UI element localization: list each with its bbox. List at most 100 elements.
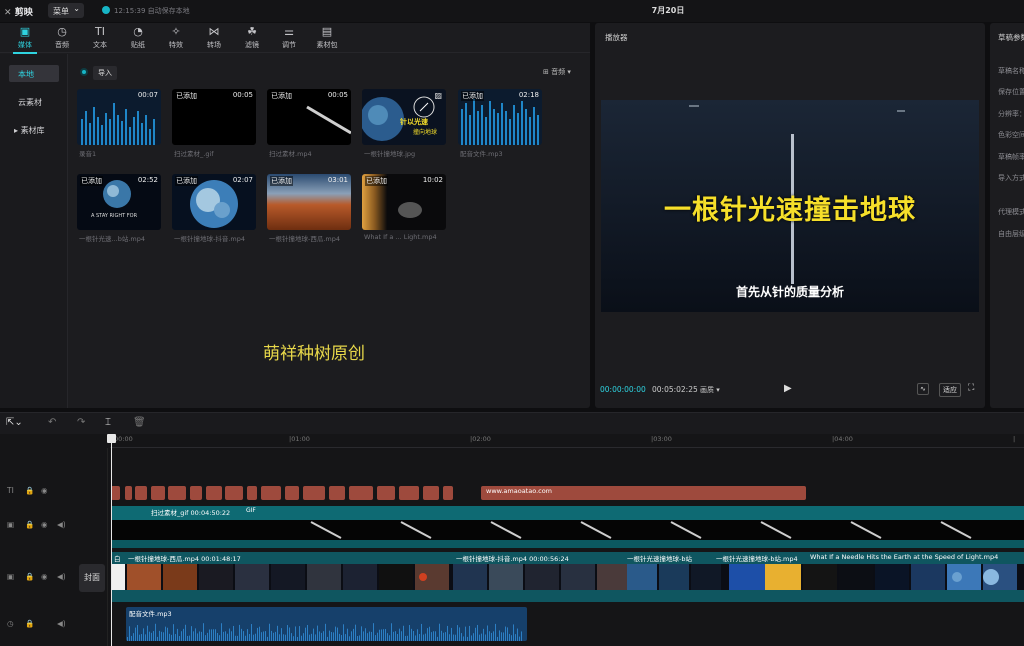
waveform-bar xyxy=(359,635,360,641)
media-thumb-streak[interactable]: 已添加 00:05 xyxy=(267,89,351,145)
thumb-name: 一根针撞地球-抖音.mp4 xyxy=(174,235,246,243)
media-thumb-mp3[interactable]: 已添加 02:18 xyxy=(458,89,542,145)
undo-icon[interactable]: ↶ xyxy=(48,417,56,428)
text-clip[interactable] xyxy=(377,486,395,500)
text-clip[interactable] xyxy=(135,486,147,500)
waveform-bar xyxy=(155,623,156,641)
thumb-duration: 02:07 xyxy=(232,176,253,184)
cover-button[interactable]: 封面 xyxy=(79,564,105,592)
text-clip[interactable] xyxy=(206,486,222,500)
waveform-bar xyxy=(249,634,250,641)
tab-label: 文本 xyxy=(93,41,107,49)
waveform-bar xyxy=(361,626,362,641)
waveform-bar xyxy=(477,624,478,641)
text-clip[interactable] xyxy=(329,486,345,500)
text-clip[interactable] xyxy=(151,486,165,500)
text-clip[interactable] xyxy=(303,486,325,500)
eye-icon[interactable]: ◉ xyxy=(41,520,48,529)
lock-icon[interactable]: 🔒 xyxy=(25,619,34,628)
media-thumb-jpg[interactable]: 针以光速 撞向地球 ▨ xyxy=(362,89,446,145)
overlay-track[interactable]: 扫过素材_gif 00:04:50:22 GIF xyxy=(111,506,1024,548)
track-headers: TI 🔒 ◉ ▣ 🔒 ◉ ◀) ▣ 🔒 ◉ ◀) ◷ 🔒 ◀) xyxy=(0,448,108,646)
tab-filter[interactable]: ☘ 滤镜 xyxy=(234,25,270,50)
tab-sticker[interactable]: ◔ 贴纸 xyxy=(120,25,156,50)
media-thumb-xigua[interactable]: 已添加 03:01 xyxy=(267,174,351,230)
volume-icon[interactable]: ◀) xyxy=(57,520,66,529)
text-clip[interactable] xyxy=(349,486,373,500)
waveform-bar xyxy=(341,635,342,641)
sidebar-item-library[interactable]: ▸ 素材库 xyxy=(9,121,59,138)
text-clip[interactable] xyxy=(168,486,186,500)
eye-icon[interactable]: ◉ xyxy=(41,572,48,581)
import-button[interactable]: 导入 xyxy=(80,66,117,80)
added-badge: 已添加 xyxy=(461,91,484,101)
waveform-bar xyxy=(489,631,490,641)
tab-audio[interactable]: ◷ 音频 xyxy=(44,25,80,50)
waveform-bar xyxy=(299,626,300,641)
text-clip[interactable] xyxy=(111,486,120,500)
waveform-bar xyxy=(433,631,434,641)
menu-button[interactable]: 菜单 ⌄ xyxy=(48,3,84,18)
eye-icon[interactable]: ◉ xyxy=(41,486,48,495)
text-clip[interactable] xyxy=(443,486,453,500)
sidebar-item-cloud[interactable]: 云素材 xyxy=(9,93,59,110)
waveform-bar xyxy=(223,631,224,641)
redo-icon[interactable]: ↷ xyxy=(77,417,85,428)
tab-text[interactable]: TI 文本 xyxy=(82,25,118,50)
waveform-bar xyxy=(271,630,272,641)
lock-icon[interactable]: 🔒 xyxy=(25,486,34,495)
sidebar-item-local[interactable]: 本地 xyxy=(9,65,59,82)
video-preview[interactable]: 一根针光速撞击地球 首先从针的质量分析 xyxy=(601,100,979,312)
waveform-bar xyxy=(407,635,408,641)
url-text-clip[interactable]: www.amaoatao.com xyxy=(481,486,806,500)
text-clip[interactable] xyxy=(247,486,257,500)
view-sort-button[interactable]: ⊞ 音频 ▾ xyxy=(543,67,571,77)
fullscreen-icon[interactable]: ⛶ xyxy=(968,383,974,393)
tab-transition[interactable]: ⋈ 转场 xyxy=(196,25,232,50)
main-video-track[interactable]: 白 一根针撞地球-西瓜.mp4 00:01:48:17 一根针撞地球-抖音.mp… xyxy=(111,552,1024,602)
text-clip[interactable] xyxy=(285,486,299,500)
sidebar-item-label: 素材库 xyxy=(20,126,45,135)
tab-label: 特效 xyxy=(169,41,183,49)
waveform-bar xyxy=(501,632,502,641)
tab-label: 贴纸 xyxy=(131,41,145,49)
waveform-bar xyxy=(287,625,288,641)
media-thumb-gif[interactable]: 已添加 00:05 xyxy=(172,89,256,145)
tab-package[interactable]: ▤ 素材包 xyxy=(309,25,345,50)
audio-track-clip[interactable]: 配音文件.mp3 xyxy=(126,607,527,641)
volume-icon[interactable]: ◀) xyxy=(57,572,66,581)
lock-icon[interactable]: 🔒 xyxy=(25,572,34,581)
media-thumb-douyin[interactable]: 已添加 02:07 xyxy=(172,174,256,230)
quality-label: 画质 xyxy=(700,386,714,394)
playhead[interactable] xyxy=(107,434,116,646)
select-tool-icon[interactable]: ⇱⌄ xyxy=(6,417,23,428)
play-button[interactable]: ▶ xyxy=(784,383,792,394)
thumb-duration: 00:05 xyxy=(327,91,348,99)
time-ruler[interactable]: 00:00 |01:00 |02:00 |03:00 |04:00 | xyxy=(110,434,1024,448)
waveform-bar xyxy=(307,624,308,641)
quality-dropdown[interactable]: 画质 ▾ xyxy=(700,385,720,395)
split-icon[interactable]: ⌶ xyxy=(105,417,111,428)
text-clip[interactable] xyxy=(423,486,439,500)
waveform-bar xyxy=(395,631,396,641)
tab-effects[interactable]: ✧ 特效 xyxy=(158,25,194,50)
text-clip[interactable] xyxy=(225,486,243,500)
media-thumb-audio[interactable]: 00:07 xyxy=(77,89,161,145)
text-clip[interactable] xyxy=(261,486,281,500)
text-clip[interactable] xyxy=(125,486,132,500)
volume-icon[interactable]: ◀) xyxy=(57,619,66,628)
delete-icon[interactable]: 🗑 xyxy=(133,417,146,428)
ratio-button[interactable]: 适应 xyxy=(939,383,961,397)
media-thumb-whatif[interactable]: 已添加 10:02 xyxy=(362,174,446,230)
media-thumb-b[interactable]: A STAY RIGHT FOR 已添加 02:52 xyxy=(77,174,161,230)
text-clip[interactable] xyxy=(399,486,419,500)
waveform-toggle-icon[interactable]: ∿ xyxy=(917,383,929,395)
lock-icon[interactable]: 🔒 xyxy=(25,520,34,529)
waveform-bar xyxy=(329,630,330,641)
tab-media[interactable]: ▣ 媒体 xyxy=(7,25,43,54)
text-clip[interactable] xyxy=(190,486,202,500)
waveform-bar xyxy=(475,627,476,641)
waveform-bar xyxy=(259,626,260,641)
audio-track-header: ◷ 🔒 ◀) xyxy=(0,619,108,631)
tab-adjust[interactable]: ⚌ 调节 xyxy=(271,25,307,50)
